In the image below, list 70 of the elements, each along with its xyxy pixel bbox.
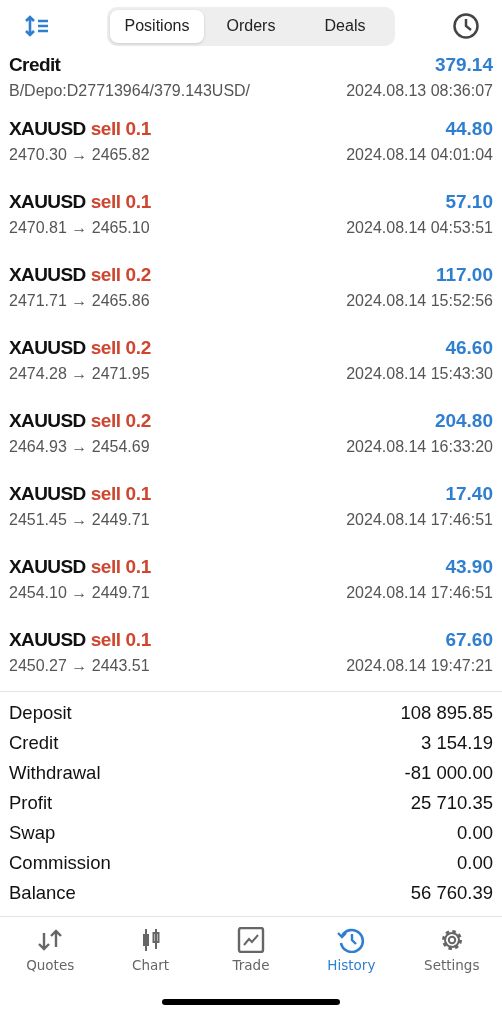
summary-label: Deposit <box>9 702 72 724</box>
tab[interactable]: Positions <box>110 9 204 43</box>
deal-profit: 204.80 <box>434 409 493 432</box>
deal-side: sell 0.2 <box>90 263 151 286</box>
deal-symbol: XAUUSD <box>9 190 86 213</box>
nav-tab[interactable]: Trade <box>200 927 301 973</box>
deal-symbol: XAUUSD <box>9 555 86 578</box>
sort-icon[interactable] <box>24 15 50 37</box>
deal-profit: 57.10 <box>445 190 493 213</box>
deal-side: sell 0.1 <box>90 555 151 578</box>
deal-prices: 2470.30 → 2465.82 <box>9 145 150 164</box>
deal-time: 2024.08.14 15:43:30 <box>346 364 493 383</box>
summary-label: Withdrawal <box>9 762 101 784</box>
summary-label: Profit <box>9 792 53 814</box>
deal-symbol: XAUUSD <box>9 482 86 505</box>
deal-time: 2024.08.14 04:53:51 <box>346 218 493 237</box>
deal-prices: 2450.27 → 2443.51 <box>9 656 150 675</box>
deal-comment: B/Depo:D27713964/379.143USD/ <box>9 82 251 100</box>
deal-symbol: XAUUSD <box>9 409 86 432</box>
summary-value: 56 760.39 <box>410 882 493 904</box>
summary-value: 25 710.35 <box>410 792 493 814</box>
deal-type: Credit <box>9 54 61 76</box>
deal-side: sell 0.1 <box>90 190 151 213</box>
deal-prices: 2470.81 → 2465.10 <box>9 218 150 237</box>
deal-symbol: XAUUSD <box>9 263 86 286</box>
deal-profit: 43.90 <box>445 555 493 578</box>
summary-value: 0.00 <box>457 852 493 874</box>
line-chart-icon <box>235 927 266 953</box>
deal-prices: 2454.10 → 2449.71 <box>9 583 150 602</box>
deal-profit: 44.80 <box>445 117 493 140</box>
deal-side: sell 0.1 <box>90 628 151 651</box>
deal-symbol: XAUUSD <box>9 336 86 359</box>
deal-side: sell 0.1 <box>90 117 151 140</box>
deal-side: sell 0.1 <box>90 482 151 505</box>
summary-value: 108 895.85 <box>400 702 493 724</box>
deal-profit: 17.40 <box>445 482 493 505</box>
summary-value: 3 154.19 <box>421 732 493 754</box>
summary-label: Credit <box>9 732 59 754</box>
nav-tab[interactable]: Chart <box>100 927 201 973</box>
deal-time: 2024.08.13 08:36:07 <box>346 82 493 100</box>
deal-time: 2024.08.14 04:01:04 <box>346 145 493 164</box>
tab[interactable]: Orders <box>204 9 298 43</box>
deal-time: 2024.08.14 17:46:51 <box>346 510 493 529</box>
deal-symbol: XAUUSD <box>9 628 86 651</box>
clock-icon[interactable] <box>452 12 480 40</box>
summary-value: -81 000.00 <box>404 762 493 784</box>
deal-prices: 2464.93 → 2454.69 <box>9 437 150 456</box>
deal-amount: 379.14 <box>434 54 493 76</box>
summary-value: 0.00 <box>457 822 493 844</box>
deal-side: sell 0.2 <box>90 409 151 432</box>
nav-tab[interactable]: History <box>301 927 402 973</box>
summary-label: Swap <box>9 822 56 844</box>
deal-profit: 67.60 <box>445 628 493 651</box>
deal-profit: 46.60 <box>445 336 493 359</box>
deal-prices: 2474.28 → 2471.95 <box>9 364 150 383</box>
deal-time: 2024.08.14 19:47:21 <box>346 656 493 675</box>
deal-profit: 117.00 <box>435 263 493 286</box>
summary-label: Balance <box>9 882 76 904</box>
history-icon <box>336 927 367 953</box>
deal-side: sell 0.2 <box>90 336 151 359</box>
deal-time: 2024.08.14 15:52:56 <box>346 291 493 310</box>
deal-time: 2024.08.14 16:33:20 <box>346 437 493 456</box>
nav-tab[interactable]: Quotes <box>0 927 101 973</box>
deal-symbol: XAUUSD <box>9 117 86 140</box>
deal-time: 2024.08.14 17:46:51 <box>346 583 493 602</box>
nav-tab[interactable]: Settings <box>401 927 502 973</box>
deal-prices: 2471.71 → 2465.86 <box>9 291 150 310</box>
tab[interactable]: Deals <box>298 9 392 43</box>
deal-prices: 2451.45 → 2449.71 <box>9 510 150 529</box>
summary-label: Commission <box>9 852 111 874</box>
